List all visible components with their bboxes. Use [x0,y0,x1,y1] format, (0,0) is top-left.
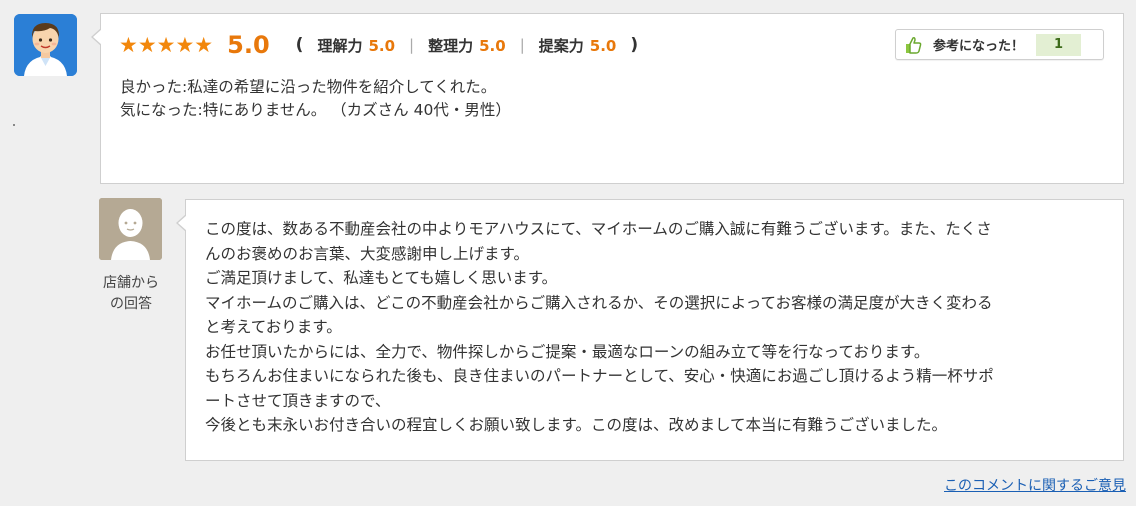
reply-text: この度は、数ある不動産会社の中よりモアハウスにて、マイホームのご購入誠に有難うご… [205,217,1105,438]
sub-rating-label: 提案力 [538,36,584,55]
shop-label-line: 店舗から [103,275,159,291]
male-user-avatar-icon [14,14,77,76]
reply-line: ご満足頂けまして、私達もとても嬉しく思います。 [205,269,558,287]
sub-rating-value: 5.0 [589,36,617,55]
helpful-button[interactable]: 参考になった！ 1 [895,29,1104,60]
reply-line: ートさせて頂きますので、 [205,391,391,410]
review-line: 良かった:私達の希望に沿った物件を紹介してくれた。 [120,78,497,96]
separator: | [409,36,415,54]
reply-line: と考えております。 [205,318,342,336]
star-rating-icon: ★★★★★ [119,33,214,57]
helpful-label: 参考になった！ [933,39,1025,54]
reply-line: お任せ頂いたからには、全力で、物件探しからご提案・最適なローンの組み立て等を行な… [205,342,930,361]
reply-line: 今後とも末永いお付き合いの程宜しくお願い致します。この度は、改めまして本当に有難… [205,416,947,434]
sub-rating-value: 5.0 [479,36,506,55]
sub-rating-value: 5.0 [368,36,396,55]
user-avatar [14,14,77,76]
sub-rating-label: 整理力 [428,36,474,55]
reply-line: もちろんお住まいになられた後も、良き住まいのパートナーとして、安心・快適にお過ご… [205,367,994,385]
thumbs-up-icon [903,35,923,55]
helpful-count: 1 [1036,33,1082,56]
review-text: 良かった:私達の希望に沿った物件を紹介してくれた。 気になった:特にありません。… [120,76,511,122]
review-line: 気になった:特にありません。 （カズさん 40代・男性） [120,101,511,119]
sub-rating-label: 理解力 [317,36,363,55]
reply-line: この度は、数ある不動産会社の中よりモアハウスにて、マイホームのご購入誠に有難うご… [205,220,992,238]
sub-ratings: ( 理解力 5.0 | 整理力 5.0 | 提案力 5.0 ) [296,35,638,56]
rating-row: ★★★★★ 5.0 ( 理解力 5.0 | 整理力 5.0 | 提案力 5.0 ) [119,30,638,60]
review-card: ★★★★★ 5.0 ( 理解力 5.0 | 整理力 5.0 | 提案力 5.0 ) 参… [91,13,1124,184]
decorative-dot [13,124,15,126]
sub-rating-organization: 整理力 5.0 [428,35,506,56]
overall-score: 5.0 [227,31,270,59]
open-paren: ( [295,35,304,55]
generic-person-avatar-icon [99,198,162,260]
reply-line: んのお褒めのお言葉、大変感謝申し上げます。 [205,244,529,263]
shop-reply-card: この度は、数ある不動産会社の中よりモアハウスにて、マイホームのご購入誠に有難うご… [176,199,1124,461]
close-paren: ) [630,35,639,55]
shop-avatar [99,198,162,260]
shop-reply-label: 店舗から の回答 [92,273,170,315]
reply-line: マイホームのご購入は、どこの不動産会社からご購入されるか、その選択によってお客様… [205,293,993,312]
sub-rating-proposal: 提案力 5.0 [539,35,617,56]
sub-rating-understanding: 理解力 5.0 [317,35,395,56]
shop-label-line: の回答 [110,296,152,312]
comment-feedback-link[interactable]: このコメントに関するご意見 [944,475,1126,495]
separator: | [519,36,525,54]
